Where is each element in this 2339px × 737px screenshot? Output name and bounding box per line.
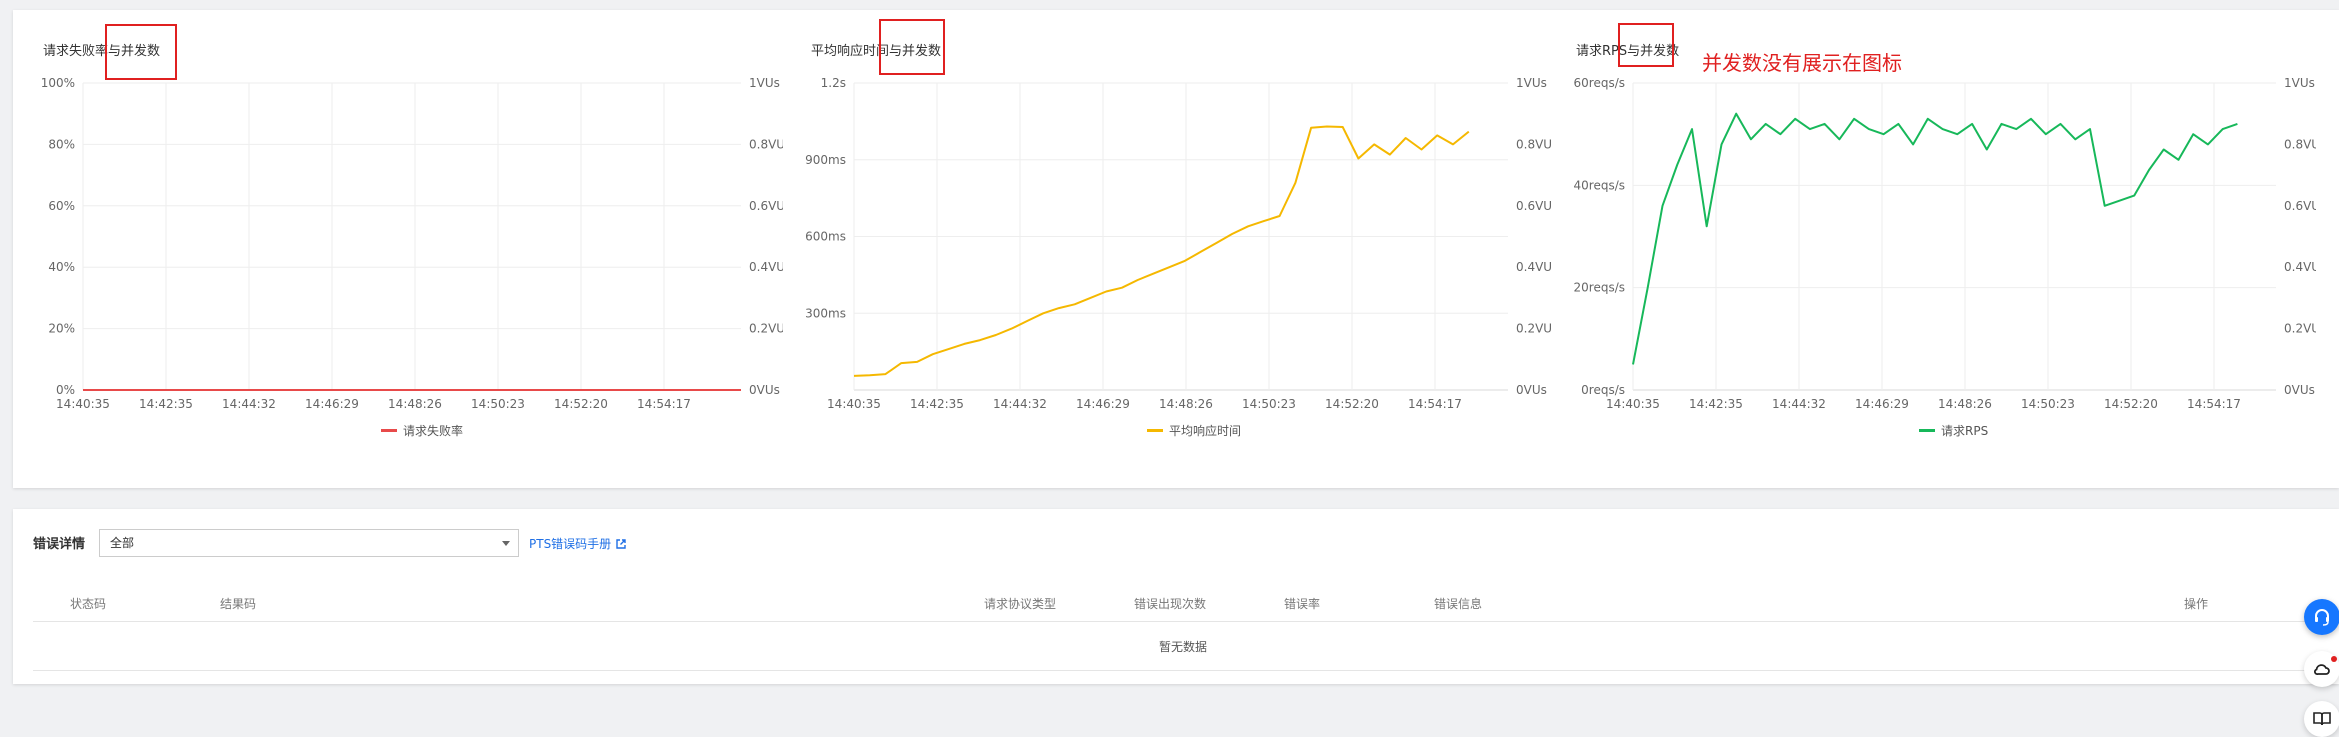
pts-error-code-manual-link[interactable]: PTS错误码手册 (529, 535, 626, 552)
chart-legend[interactable]: 请求RPS (1919, 422, 1988, 439)
x-tick-label: 14:46:29 (1076, 397, 1130, 411)
error-detail-panel: 错误详情 全部 PTS错误码手册 状态码 结果码 请求协议类型 错误出现次数 错… (13, 509, 2339, 684)
y-tick-label: 20reqs/s (1574, 281, 1626, 295)
chart-rps-plot: 0reqs/s 20reqs/s 40reqs/s 60reqs/s 0VUs 0.2VU… (1574, 76, 2317, 411)
x-tick-label: 14:52:20 (554, 397, 608, 411)
y2-tick-label: 0.2VUs (2284, 322, 2316, 336)
annotation-text: 并发数没有展示在图标 (1702, 51, 1902, 75)
x-tick-label: 14:54:17 (637, 397, 691, 411)
chevron-down-icon (502, 541, 510, 546)
y2-tick-label: 0.8VUs (749, 137, 783, 151)
y2-tick-label: 0.8VUs (2284, 137, 2316, 151)
y2-tick-label: 0VUs (1516, 383, 1547, 397)
chart-response-time-plot: 300ms600ms900ms1.2s0VUs0.2VUs0.4VUs0.6VU… (805, 76, 1551, 411)
y-tick-label: 40reqs/s (1574, 178, 1626, 192)
annotation-box (105, 24, 177, 80)
y2-tick-label: 1VUs (2284, 76, 2315, 90)
x-tick-label: 14:46:29 (1855, 397, 1909, 411)
chart-failure-rate-plot: 0% 20% 40% 60% 80% 100% 0VUs 0.2VUs 0.4VUs 0.6VUs… (41, 76, 783, 411)
y-tick-label: 0reqs/s (1581, 383, 1625, 397)
legend-swatch (1147, 429, 1163, 432)
x-tick-label: 14:52:20 (1325, 397, 1379, 411)
x-tick-label: 14:54:17 (1408, 397, 1462, 411)
x-tick-label: 14:50:23 (2021, 397, 2075, 411)
x-tick-label: 14:44:32 (1772, 397, 1826, 411)
link-label: PTS错误码手册 (529, 537, 612, 551)
legend-label: 请求RPS (1941, 424, 1989, 438)
series-line (853, 125, 1470, 377)
select-value: 全部 (110, 536, 135, 550)
column-header: 错误出现次数 (1134, 597, 1207, 611)
x-tick-label: 14:40:35 (56, 397, 110, 411)
notification-dot (2331, 656, 2337, 662)
y2-tick-label: 0.4VUs (2284, 260, 2316, 274)
y2-tick-label: 0VUs (2284, 383, 2315, 397)
chart-failure-rate: 请求失败率与并发数 0%20%40%60%80%100%0VUs0.2VUs0.… (13, 10, 783, 488)
y-tick-label: 300ms (805, 306, 846, 320)
table-header: 状态码 结果码 请求协议类型 错误出现次数 错误率 错误信息 操作 (33, 585, 2333, 622)
column-header: 操作 (2184, 597, 2209, 611)
y2-tick-label: 0.6VUs (749, 199, 783, 213)
x-tick-label: 14:48:26 (1938, 397, 1992, 411)
column-header: 错误率 (1284, 597, 1321, 611)
x-tick-label: 14:52:20 (2104, 397, 2158, 411)
table-empty-row: 暂无数据 (33, 622, 2333, 671)
support-button[interactable] (2304, 599, 2339, 635)
x-tick-label: 14:46:29 (305, 397, 359, 411)
x-tick-label: 14:48:26 (1159, 397, 1213, 411)
y-tick-label: 100% (41, 76, 75, 90)
x-tick-label: 14:40:35 (827, 397, 881, 411)
column-header: 请求协议类型 (984, 597, 1057, 611)
legend-swatch (381, 429, 397, 432)
y2-tick-label: 0VUs (749, 383, 780, 397)
y-tick-label: 20% (48, 322, 75, 336)
chart-response-time: 平均响应时间与并发数 300ms600ms900ms1.2s0VUs0.2VUs… (781, 10, 1551, 488)
external-link-icon (616, 538, 626, 549)
y2-tick-label: 0.4VUs (749, 260, 783, 274)
y2-tick-label: 1VUs (1516, 76, 1547, 90)
cloud-icon (2314, 664, 2330, 675)
y2-tick-label: 0.2VUs (749, 322, 783, 336)
charts-panel: 请求失败率与并发数 0%20%40%60%80%100%0VUs0.2VUs0.… (13, 10, 2339, 488)
book-icon (2313, 712, 2331, 726)
column-header: 状态码 (70, 597, 107, 611)
headset-icon (2315, 609, 2329, 626)
x-tick-label: 14:54:17 (2187, 397, 2241, 411)
legend-swatch (1919, 429, 1935, 432)
annotation-box (1618, 23, 1674, 67)
error-filter-select[interactable]: 全部 (99, 529, 519, 557)
chart-legend[interactable]: 平均响应时间 (1147, 422, 1241, 439)
y2-tick-label: 1VUs (749, 76, 780, 90)
series-line (1632, 112, 2238, 365)
y-tick-label: 80% (48, 137, 75, 151)
x-tick-label: 14:44:32 (222, 397, 276, 411)
x-tick-label: 14:50:23 (1242, 397, 1296, 411)
x-tick-label: 14:42:35 (1689, 397, 1743, 411)
y-tick-label: 1.2s (821, 76, 846, 90)
column-header: 错误信息 (1434, 597, 1483, 611)
y-tick-label: 600ms (805, 230, 846, 244)
x-tick-label: 14:42:35 (910, 397, 964, 411)
chart-rps: 请求RPS与并发数 0reqs/s 20reqs/s 40reqs/s 60reqs/… (1546, 10, 2317, 488)
y-tick-label: 0% (56, 383, 75, 397)
x-tick-label: 14:40:35 (1606, 397, 1660, 411)
y-tick-label: 40% (48, 260, 75, 274)
docs-button[interactable] (2304, 701, 2339, 737)
x-tick-label: 14:42:35 (139, 397, 193, 411)
error-detail-title: 错误详情 (33, 537, 86, 552)
empty-text: 暂无数据 (1158, 640, 1207, 654)
legend-label: 平均响应时间 (1169, 424, 1242, 438)
legend-label: 请求失败率 (403, 424, 464, 438)
column-header: 结果码 (220, 597, 257, 611)
y-tick-label: 900ms (805, 153, 846, 167)
annotation-box (879, 19, 945, 75)
y-tick-label: 60% (48, 199, 75, 213)
cloud-button[interactable] (2304, 651, 2339, 687)
x-tick-label: 14:48:26 (388, 397, 442, 411)
y2-tick-label: 0.6VUs (2284, 199, 2316, 213)
chart-legend[interactable]: 请求失败率 (381, 422, 463, 439)
y-tick-label: 60reqs/s (1574, 76, 1626, 90)
x-tick-label: 14:44:32 (993, 397, 1047, 411)
x-tick-label: 14:50:23 (471, 397, 525, 411)
